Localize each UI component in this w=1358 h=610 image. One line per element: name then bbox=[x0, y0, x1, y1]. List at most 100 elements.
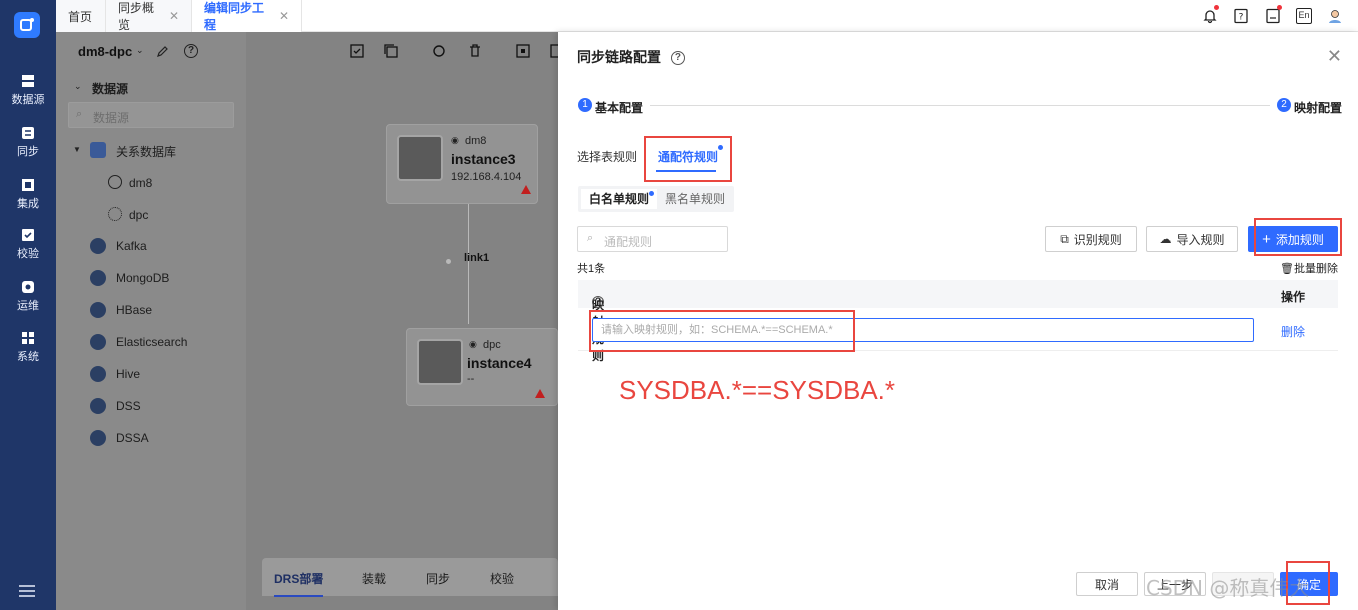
nav-item-integration[interactable]: 集成 bbox=[0, 178, 56, 211]
search-placeholder: 数据源 bbox=[93, 111, 130, 125]
whitelist-button[interactable]: 白名单规则 bbox=[581, 189, 658, 209]
list-type-segment: 白名单规则 黑名单规则 bbox=[578, 186, 734, 212]
close-icon[interactable]: ✕ bbox=[279, 9, 289, 23]
delete-row-link[interactable]: 删除 bbox=[1281, 323, 1305, 340]
tree-item-elasticsearch[interactable]: Elasticsearch bbox=[116, 335, 187, 349]
hive-icon bbox=[90, 366, 106, 382]
link-label: 批量删除 bbox=[1293, 263, 1338, 275]
node-tag: dm8 bbox=[465, 135, 487, 147]
chevron-down-icon[interactable]: ⌄ bbox=[136, 45, 144, 56]
button-label: 识别规则 bbox=[1073, 232, 1122, 247]
menu-collapse-icon[interactable] bbox=[18, 584, 36, 598]
datasource-search-input[interactable]: ⌕ 数据源 bbox=[68, 102, 234, 128]
app-logo-icon[interactable] bbox=[14, 12, 40, 38]
hbase-icon bbox=[90, 302, 106, 318]
nav-item-label: 数据源 bbox=[11, 94, 45, 106]
node-title: instance4 bbox=[467, 355, 532, 371]
ops-icon bbox=[22, 281, 34, 293]
log-icon[interactable] bbox=[1265, 8, 1281, 24]
topology-canvas: ◉ dm8 instance3 192.168.4.104 link1 ◉ dp… bbox=[246, 32, 564, 610]
dssa-icon bbox=[90, 430, 106, 446]
tab-sync[interactable]: 同步 bbox=[426, 570, 450, 587]
link-dot bbox=[446, 259, 451, 264]
help-icon[interactable]: ? bbox=[592, 296, 604, 308]
sync-link-config-drawer: 同步链路配置 ? ✕ 1 基本配置 2 映射配置 选择表规则 通配符规则 白名单… bbox=[558, 32, 1358, 610]
tree-item-mongodb[interactable]: MongoDB bbox=[116, 271, 169, 285]
tree-item-dssa[interactable]: DSSA bbox=[116, 431, 149, 445]
tab-edit-sync-project[interactable]: 编辑同步工程 ✕ bbox=[192, 0, 302, 32]
nav-item-label: 集成 bbox=[17, 198, 39, 210]
caret-down-icon[interactable]: ▼ bbox=[73, 145, 81, 154]
avatar[interactable] bbox=[1327, 8, 1343, 24]
node-ip: -- bbox=[467, 373, 475, 385]
nav-item-sync[interactable]: 同步 bbox=[0, 126, 56, 159]
sync-icon bbox=[22, 127, 34, 139]
bell-icon[interactable] bbox=[1202, 8, 1218, 24]
cancel-button[interactable]: 取消 bbox=[1076, 572, 1138, 596]
wildcard-filter-input[interactable]: ⌕ 通配规则 bbox=[577, 226, 728, 252]
watermark: CSDN @称真伟大 bbox=[1146, 576, 1310, 600]
stop-icon[interactable] bbox=[516, 44, 530, 58]
highlight-box bbox=[589, 310, 855, 352]
tree-item-kafka[interactable]: Kafka bbox=[116, 239, 147, 253]
tree-item-hive[interactable]: Hive bbox=[116, 367, 140, 381]
identify-rule-button[interactable]: ⧉ 识别规则 bbox=[1045, 226, 1137, 252]
cloud-upload-icon: ☁ bbox=[1159, 232, 1172, 246]
import-rule-button[interactable]: ☁ 导入规则 bbox=[1146, 226, 1238, 252]
close-icon[interactable]: ✕ bbox=[169, 9, 179, 23]
nav-item-check[interactable]: 校验 bbox=[0, 228, 56, 261]
bottom-tabs: DRS部署 装载 同步 校验 bbox=[262, 558, 558, 597]
tab-label: 编辑同步工程 bbox=[204, 1, 265, 32]
search-icon: ⌕ bbox=[587, 232, 594, 244]
help-icon[interactable]: ? bbox=[670, 51, 685, 66]
tab-check[interactable]: 校验 bbox=[490, 570, 514, 587]
tree-item-dm8[interactable]: dm8 bbox=[129, 176, 152, 190]
db-icon: ◉ bbox=[469, 339, 477, 349]
db-icon: ◉ bbox=[451, 135, 459, 145]
chevron-down-icon[interactable]: ⌄ bbox=[74, 81, 82, 92]
step-1-label[interactable]: 基本配置 bbox=[595, 99, 643, 116]
save-icon[interactable] bbox=[350, 44, 364, 58]
drs-cube-icon bbox=[397, 135, 443, 181]
datasource-panel: dm8-dpc ⌄ ? ⌄ 数据源 ⌕ 数据源 ▼ 关系数据库 dm8 dpc … bbox=[56, 32, 246, 610]
edit-icon[interactable] bbox=[156, 44, 170, 58]
tab-home[interactable]: 首页 bbox=[56, 0, 106, 32]
blacklist-button[interactable]: 黑名单规则 bbox=[657, 189, 733, 209]
tab-table-rule[interactable]: 选择表规则 bbox=[577, 148, 637, 165]
database-icon bbox=[22, 75, 34, 87]
refresh-icon[interactable] bbox=[432, 44, 446, 58]
warning-icon bbox=[521, 185, 531, 194]
tab-sync-overview[interactable]: 同步概览 ✕ bbox=[106, 0, 192, 32]
nav-item-label: 运维 bbox=[17, 300, 39, 312]
filter-placeholder: 通配规则 bbox=[604, 235, 653, 249]
batch-delete-link[interactable]: 🗑批量删除 bbox=[1280, 260, 1338, 276]
left-nav: 数据源 同步 集成 校验 运维 系统 bbox=[0, 0, 56, 610]
node-instance3[interactable]: ◉ dm8 instance3 192.168.4.104 bbox=[386, 124, 538, 204]
warning-icon bbox=[535, 389, 545, 398]
help-doc-icon[interactable]: ? bbox=[1233, 8, 1249, 24]
project-name[interactable]: dm8-dpc bbox=[78, 44, 132, 59]
tab-drs-deploy[interactable]: DRS部署 bbox=[274, 570, 324, 597]
record-count: 共1条 bbox=[577, 263, 606, 275]
help-icon[interactable]: ? bbox=[184, 44, 198, 58]
delete-icon[interactable] bbox=[468, 44, 482, 58]
tab-label: 同步概览 bbox=[118, 1, 155, 32]
language-switch[interactable]: En bbox=[1296, 8, 1312, 24]
link-label[interactable]: link1 bbox=[464, 252, 489, 264]
nav-item-ops[interactable]: 运维 bbox=[0, 280, 56, 313]
tree-item-hbase[interactable]: HBase bbox=[116, 303, 152, 317]
tab-load[interactable]: 装载 bbox=[362, 570, 386, 587]
tree-item-dpc[interactable]: dpc bbox=[129, 208, 148, 222]
tree-item-dss[interactable]: DSS bbox=[116, 399, 141, 413]
step-2-label[interactable]: 映射配置 bbox=[1294, 99, 1342, 116]
nav-item-system[interactable]: 系统 bbox=[0, 331, 56, 364]
dpc-icon bbox=[108, 207, 122, 221]
nav-item-datasource[interactable]: 数据源 bbox=[0, 74, 56, 107]
tree-group-relational[interactable]: 关系数据库 bbox=[116, 143, 176, 160]
close-icon[interactable]: ✕ bbox=[1327, 46, 1342, 67]
notification-dot bbox=[1214, 5, 1219, 10]
node-instance4[interactable]: ◉ dpc instance4 -- bbox=[406, 328, 558, 406]
link-line bbox=[468, 204, 469, 324]
step-divider bbox=[650, 105, 1270, 106]
copy-icon[interactable] bbox=[384, 44, 398, 58]
